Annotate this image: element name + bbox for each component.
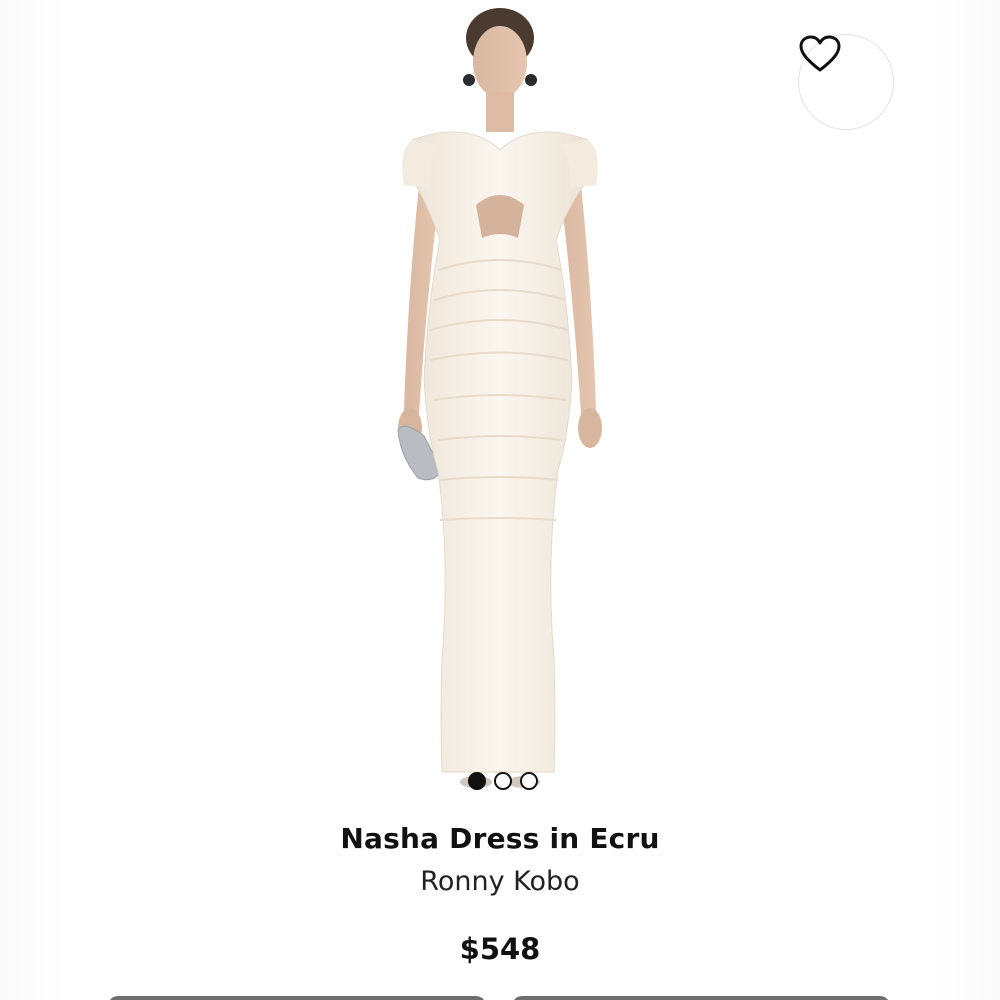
left-gutter: [0, 0, 68, 1000]
carousel-dot-2[interactable]: [494, 772, 512, 790]
bottom-action-button-right[interactable]: [512, 996, 890, 1000]
carousel-dots: [68, 772, 932, 792]
product-image[interactable]: [68, 0, 932, 800]
carousel-dot-1[interactable]: [468, 772, 486, 790]
product-price: $548: [459, 932, 541, 966]
carousel-dot-3[interactable]: [520, 772, 538, 790]
model-illustration: [397, 8, 602, 788]
heart-outline-icon: [799, 35, 841, 72]
product-brand[interactable]: Ronny Kobo: [68, 866, 932, 897]
product-title: Nasha Dress in Ecru: [340, 822, 660, 855]
bottom-action-button-left[interactable]: [108, 996, 486, 1000]
wishlist-button[interactable]: [798, 34, 894, 130]
right-gutter: [932, 0, 1000, 1000]
product-page: Nasha Dress in Ecru Ronny Kobo $548: [68, 0, 932, 1000]
